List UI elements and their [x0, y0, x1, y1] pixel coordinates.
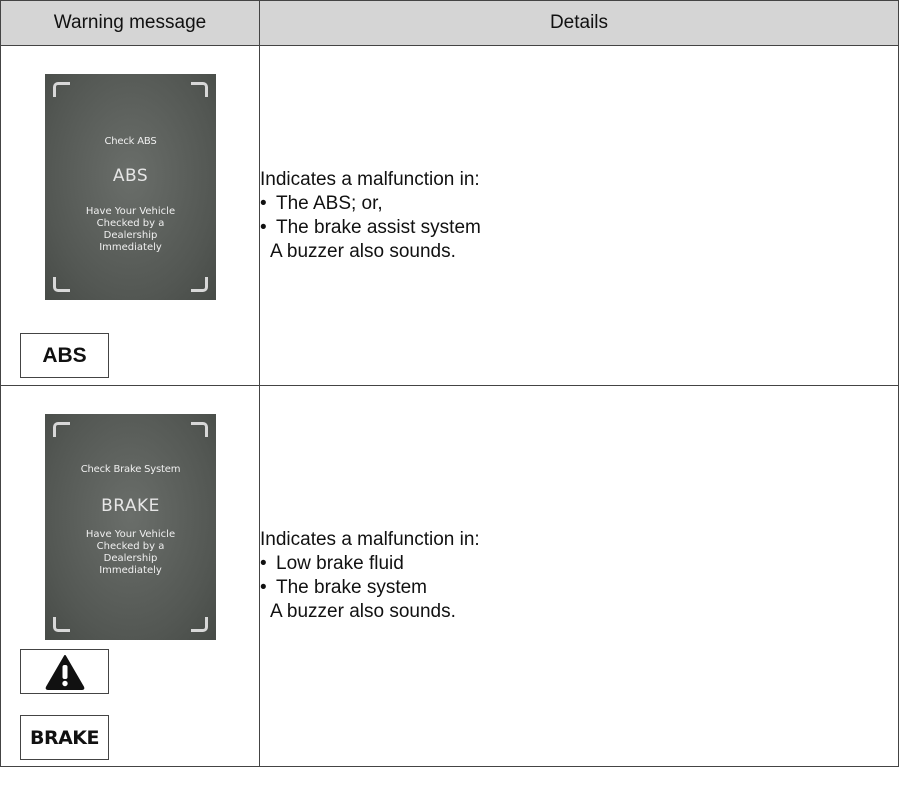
- details-cell: Indicates a malfunction in: Low brake fl…: [259, 385, 899, 767]
- screen-corner: [191, 422, 208, 437]
- screen-body-line: Checked by a: [96, 541, 165, 552]
- display-screen-abs: Check ABS ABS Have Your Vehicle Checked …: [45, 74, 216, 300]
- brake-warning-lamp: [20, 649, 109, 694]
- warning-message-page: Warning message Details Check ABS ABS Ha…: [0, 0, 900, 800]
- screen-corner: [53, 82, 70, 97]
- bullet-item: The brake system: [260, 576, 898, 600]
- warning-message-cell: Check ABS ABS Have Your Vehicle Checked …: [0, 45, 260, 386]
- details-note: A buzzer also sounds.: [270, 240, 456, 262]
- screen-corner: [191, 617, 208, 632]
- screen-title: Check Brake System: [80, 464, 181, 475]
- screen-corner: [53, 422, 70, 437]
- header-row: Warning message Details: [0, 0, 899, 46]
- screen-body-line: Dealership: [103, 230, 158, 241]
- screen-body-line: Have Your Vehicle: [85, 206, 176, 217]
- details-bullets: The ABS; or, The brake assist system: [260, 192, 898, 240]
- screen-corner: [191, 277, 208, 292]
- abs-lamp-label: ABS: [42, 343, 87, 367]
- bullet-item: The brake assist system: [260, 216, 898, 240]
- warning-message-cell: Check Brake System BRAKE Have Your Vehic…: [0, 385, 260, 767]
- header-warning-message: Warning message: [0, 0, 260, 46]
- details-intro: Indicates a malfunction in:: [260, 529, 480, 550]
- screen-body-line: Dealership: [103, 553, 158, 564]
- screen-body: Have Your Vehicle Checked by a Dealershi…: [65, 529, 196, 577]
- screen-body-line: Immediately: [99, 565, 162, 576]
- screen-corner: [53, 277, 70, 292]
- screen-body-line: Have Your Vehicle: [85, 529, 176, 540]
- details-intro: Indicates a malfunction in:: [260, 168, 480, 190]
- screen-code: BRAKE: [101, 496, 160, 516]
- display-screen-brake: Check Brake System BRAKE Have Your Vehic…: [45, 414, 216, 640]
- screen-body: Have Your Vehicle Checked by a Dealershi…: [65, 206, 196, 254]
- screen-title: Check ABS: [104, 136, 157, 147]
- header-details: Details: [259, 0, 899, 46]
- brake-indicator-lamp: BRAKE: [20, 715, 109, 760]
- details-note: A buzzer also sounds.: [270, 601, 456, 622]
- screen-code: ABS: [112, 166, 149, 186]
- screen-body-line: Immediately: [99, 242, 162, 253]
- bullet-item: Low brake fluid: [260, 552, 898, 576]
- details-cell: Indicates a malfunction in: The ABS; or,…: [259, 45, 899, 386]
- bullet-item: The ABS; or,: [260, 192, 898, 216]
- table-row: Check ABS ABS Have Your Vehicle Checked …: [0, 45, 899, 386]
- brake-lamp-label: BRAKE: [29, 726, 100, 749]
- details-bullets: Low brake fluid The brake system: [260, 552, 898, 600]
- screen-corner: [191, 82, 208, 97]
- table-row: Check Brake System BRAKE Have Your Vehic…: [0, 385, 899, 767]
- abs-indicator-lamp: ABS: [20, 333, 109, 378]
- screen-corner: [53, 617, 70, 632]
- warning-table: Warning message Details Check ABS ABS Ha…: [0, 0, 899, 767]
- screen-body-line: Checked by a: [96, 218, 165, 229]
- warning-triangle-icon: [45, 654, 84, 690]
